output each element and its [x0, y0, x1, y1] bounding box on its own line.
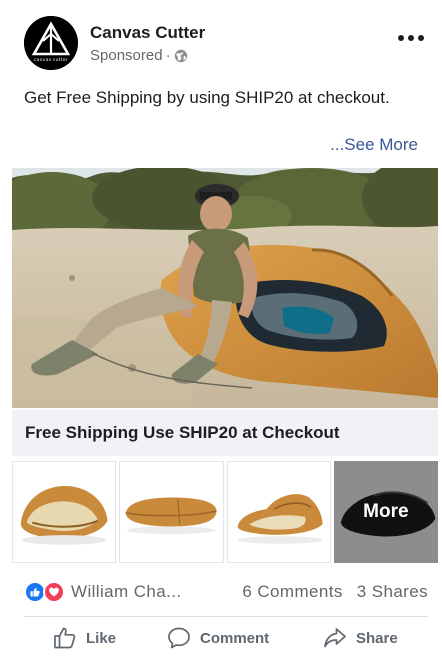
- ad-headline[interactable]: Free Shipping Use SHIP20 at Checkout: [25, 423, 340, 443]
- like-label: Like: [86, 629, 117, 647]
- more-images-tile[interactable]: More: [333, 461, 438, 563]
- product-thumbnails: More: [12, 461, 438, 563]
- post-body-text: Get Free Shipping by using SHIP20 at che…: [24, 88, 390, 107]
- shares-count[interactable]: 3 Shares: [357, 582, 428, 602]
- share-label: Share: [356, 629, 398, 647]
- sponsored-label[interactable]: Sponsored: [90, 47, 163, 64]
- reactions-summary: William Cha... 6 Comments 3 Shares: [24, 578, 428, 606]
- comment-label: Comment: [200, 629, 270, 647]
- actions-divider: [24, 616, 428, 617]
- product-thumbnail[interactable]: [12, 461, 117, 563]
- share-button[interactable]: Share: [322, 620, 398, 656]
- ad-hero-image[interactable]: [12, 168, 438, 408]
- reaction-icons[interactable]: [24, 581, 65, 603]
- comment-button[interactable]: Comment: [166, 620, 269, 656]
- page-avatar[interactable]: canvas cutter: [24, 16, 78, 70]
- reaction-names[interactable]: William Cha...: [71, 582, 181, 602]
- share-arrow-icon: [324, 628, 346, 648]
- post-actions: Like Comment Share: [24, 620, 428, 656]
- engagement-counts: 6 Comments 3 Shares: [242, 582, 428, 602]
- comments-count[interactable]: 6 Comments: [242, 582, 342, 602]
- globe-icon[interactable]: [174, 49, 188, 63]
- ad-headline-bar[interactable]: Free Shipping Use SHIP20 at Checkout: [12, 410, 438, 456]
- product-thumbnail[interactable]: [119, 461, 224, 563]
- dot: [398, 35, 404, 41]
- thumbs-up-icon: [54, 627, 76, 649]
- svg-text:canvas cutter: canvas cutter: [34, 57, 68, 63]
- dot: [408, 35, 414, 41]
- post-header: canvas cutter Canvas Cutter Sponsored ·: [24, 16, 424, 72]
- more-options-icon[interactable]: [398, 28, 424, 48]
- more-images-label[interactable]: More: [335, 462, 437, 562]
- canvas-cutter-logo-icon: canvas cutter: [24, 16, 78, 70]
- comment-bubble-icon: [168, 627, 190, 649]
- love-reaction-icon: [43, 581, 65, 603]
- dot: [418, 35, 424, 41]
- see-more-link[interactable]: ...See More: [330, 135, 418, 155]
- meta-separator: ·: [165, 47, 171, 64]
- post-meta: Sponsored ·: [90, 47, 188, 64]
- like-button[interactable]: Like: [52, 620, 116, 656]
- product-thumbnail[interactable]: [226, 461, 331, 563]
- page-name[interactable]: Canvas Cutter: [90, 23, 205, 43]
